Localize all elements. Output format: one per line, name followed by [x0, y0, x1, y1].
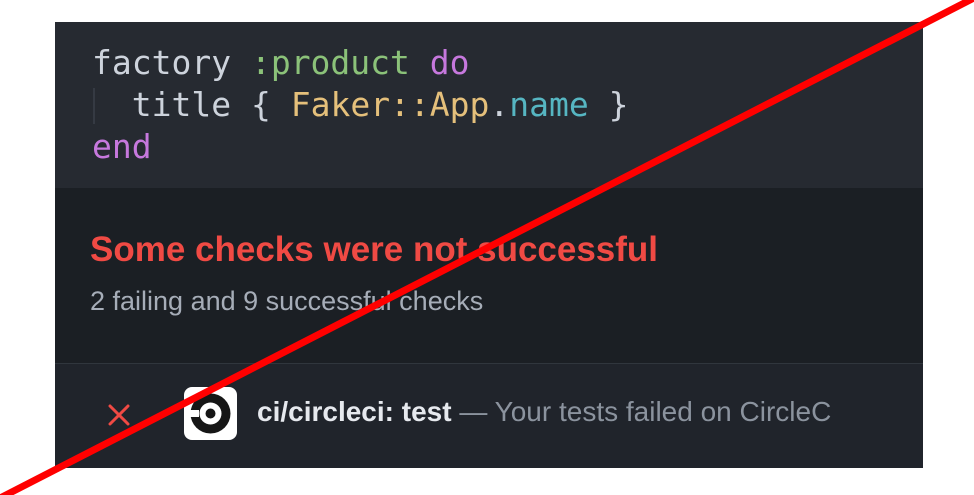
code-keyword-do: do: [429, 43, 470, 82]
code-method-title: title: [131, 85, 232, 124]
code-symbol: :product: [250, 43, 410, 82]
code-close-brace: }: [608, 85, 629, 124]
check-description: Your tests failed on CircleC: [494, 396, 832, 427]
check-name[interactable]: ci/circleci: test: [257, 396, 452, 427]
code-line-1: factory :product do: [92, 42, 470, 84]
code-snippet: factory :product do title { Faker::App.n…: [55, 22, 923, 188]
code-open-brace: {: [250, 85, 271, 124]
code-constant: Faker::App: [290, 85, 490, 124]
code-dot: .: [489, 85, 510, 124]
code-line-2: title { Faker::App.name }: [92, 84, 629, 126]
check-row[interactable]: ci/circleci: test — Your tests failed on…: [55, 364, 923, 468]
checks-status-title: Some checks were not successful: [90, 230, 659, 269]
checks-status-summary: 2 failing and 9 successful checks: [90, 286, 484, 316]
check-separator: —: [451, 396, 495, 427]
code-keyword-end: end: [92, 127, 152, 166]
check-text: ci/circleci: test — Your tests failed on…: [257, 394, 831, 430]
code-keyword-factory: factory: [92, 43, 232, 82]
x-icon: [108, 404, 130, 426]
code-line-3: end: [92, 126, 152, 168]
code-call: name: [509, 85, 589, 124]
circleci-icon: [184, 387, 237, 440]
checks-status-section: Some checks were not successful 2 failin…: [55, 188, 923, 364]
pull-request-panel: factory :product do title { Faker::App.n…: [55, 22, 923, 468]
